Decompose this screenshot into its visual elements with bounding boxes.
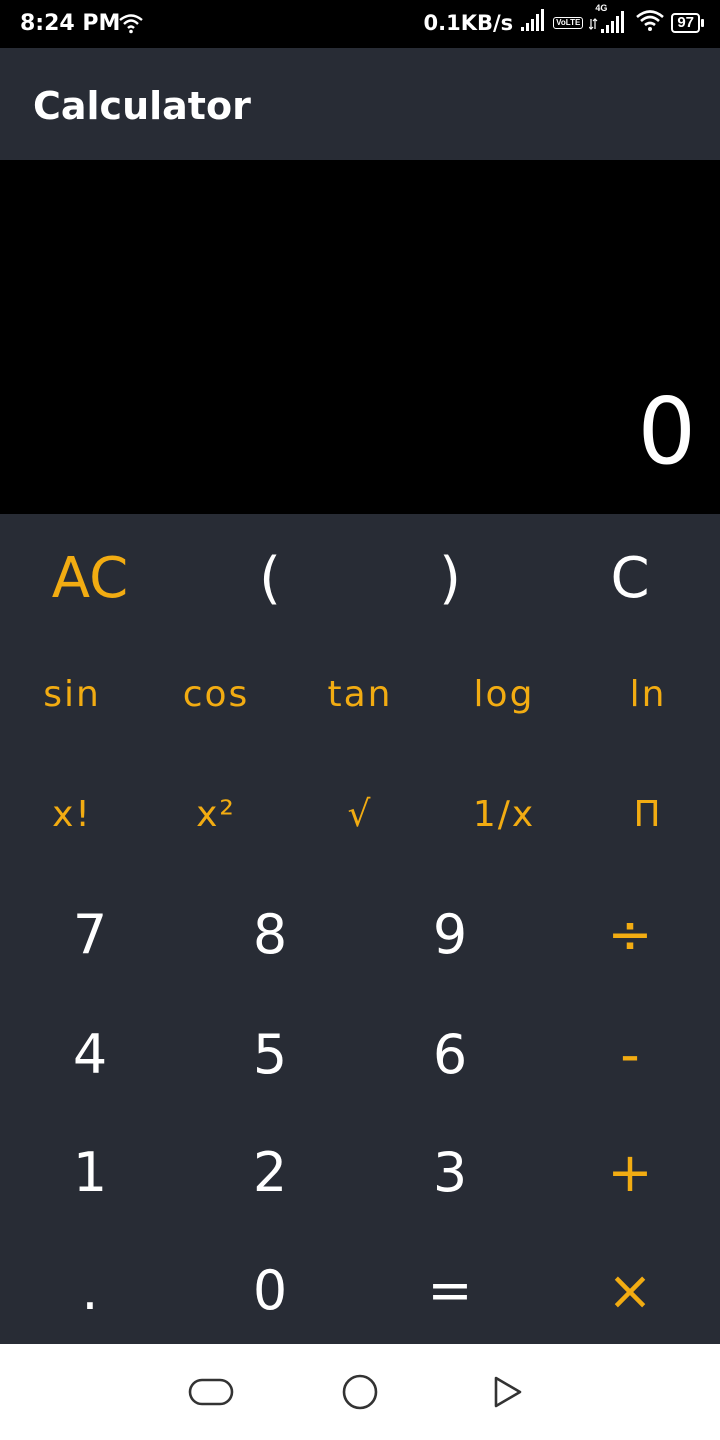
display-value: 0 bbox=[637, 378, 696, 485]
decimal-button[interactable]: . bbox=[0, 1236, 180, 1344]
status-indicators: 0.1KB/s VoLTE 4G 97 bbox=[423, 3, 704, 37]
navigation-bar bbox=[0, 1344, 720, 1440]
digit-3-button[interactable]: 3 bbox=[360, 1118, 540, 1226]
digit-5-button[interactable]: 5 bbox=[180, 1000, 360, 1108]
log-button[interactable]: log bbox=[432, 640, 576, 748]
battery-level: 97 bbox=[671, 12, 700, 33]
wifi-icon bbox=[635, 8, 665, 37]
digit-0-button[interactable]: 0 bbox=[180, 1236, 360, 1344]
factorial-button[interactable]: x! bbox=[0, 760, 144, 868]
subtract-button[interactable]: - bbox=[540, 1000, 720, 1108]
sqrt-button[interactable]: √ bbox=[288, 760, 432, 868]
multiply-button[interactable]: × bbox=[540, 1236, 720, 1344]
network-type-label: 4G bbox=[595, 2, 608, 13]
back-icon[interactable] bbox=[490, 1372, 526, 1417]
result-display: 0 bbox=[0, 160, 720, 514]
digit-4-button[interactable]: 4 bbox=[0, 1000, 180, 1108]
ln-button[interactable]: ln bbox=[576, 640, 720, 748]
network-speed: 0.1KB/s bbox=[423, 10, 514, 35]
battery-icon: 97 bbox=[671, 12, 704, 33]
app-title: Calculator bbox=[33, 84, 251, 128]
home-icon[interactable] bbox=[340, 1372, 380, 1417]
reciprocal-button[interactable]: 1/x bbox=[432, 760, 576, 868]
digit-7-button[interactable]: 7 bbox=[0, 880, 180, 988]
digit-9-button[interactable]: 9 bbox=[360, 880, 540, 988]
all-clear-button[interactable]: AC bbox=[0, 524, 180, 632]
open-paren-button[interactable]: ( bbox=[180, 524, 360, 632]
status-time: 8:24 PM bbox=[20, 11, 121, 36]
digit-1-button[interactable]: 1 bbox=[0, 1118, 180, 1226]
status-bar: 8:24 PM 0.1KB/s VoLTE 4G 97 bbox=[0, 0, 720, 48]
signal-icon bbox=[521, 9, 547, 36]
digit-2-button[interactable]: 2 bbox=[180, 1118, 360, 1226]
equals-button[interactable]: = bbox=[360, 1236, 540, 1344]
square-button[interactable]: x² bbox=[144, 760, 288, 868]
keypad: AC ( ) C sin cos tan log ln x! x² √ 1/x … bbox=[0, 514, 720, 1344]
close-paren-button[interactable]: ) bbox=[360, 524, 540, 632]
pi-button[interactable]: Π bbox=[576, 760, 720, 868]
add-button[interactable]: + bbox=[540, 1118, 720, 1226]
volte-icon: VoLTE bbox=[553, 16, 584, 29]
digit-8-button[interactable]: 8 bbox=[180, 880, 360, 988]
clear-button[interactable]: C bbox=[540, 524, 720, 632]
recent-apps-icon[interactable] bbox=[188, 1372, 234, 1417]
app-bar: Calculator bbox=[0, 48, 720, 160]
divide-button[interactable]: ÷ bbox=[540, 880, 720, 988]
digit-6-button[interactable]: 6 bbox=[360, 1000, 540, 1108]
signal-4g-icon: 4G bbox=[588, 3, 629, 35]
wifi-icon bbox=[118, 12, 144, 39]
tan-button[interactable]: tan bbox=[288, 640, 432, 748]
sin-button[interactable]: sin bbox=[0, 640, 144, 748]
cos-button[interactable]: cos bbox=[144, 640, 288, 748]
